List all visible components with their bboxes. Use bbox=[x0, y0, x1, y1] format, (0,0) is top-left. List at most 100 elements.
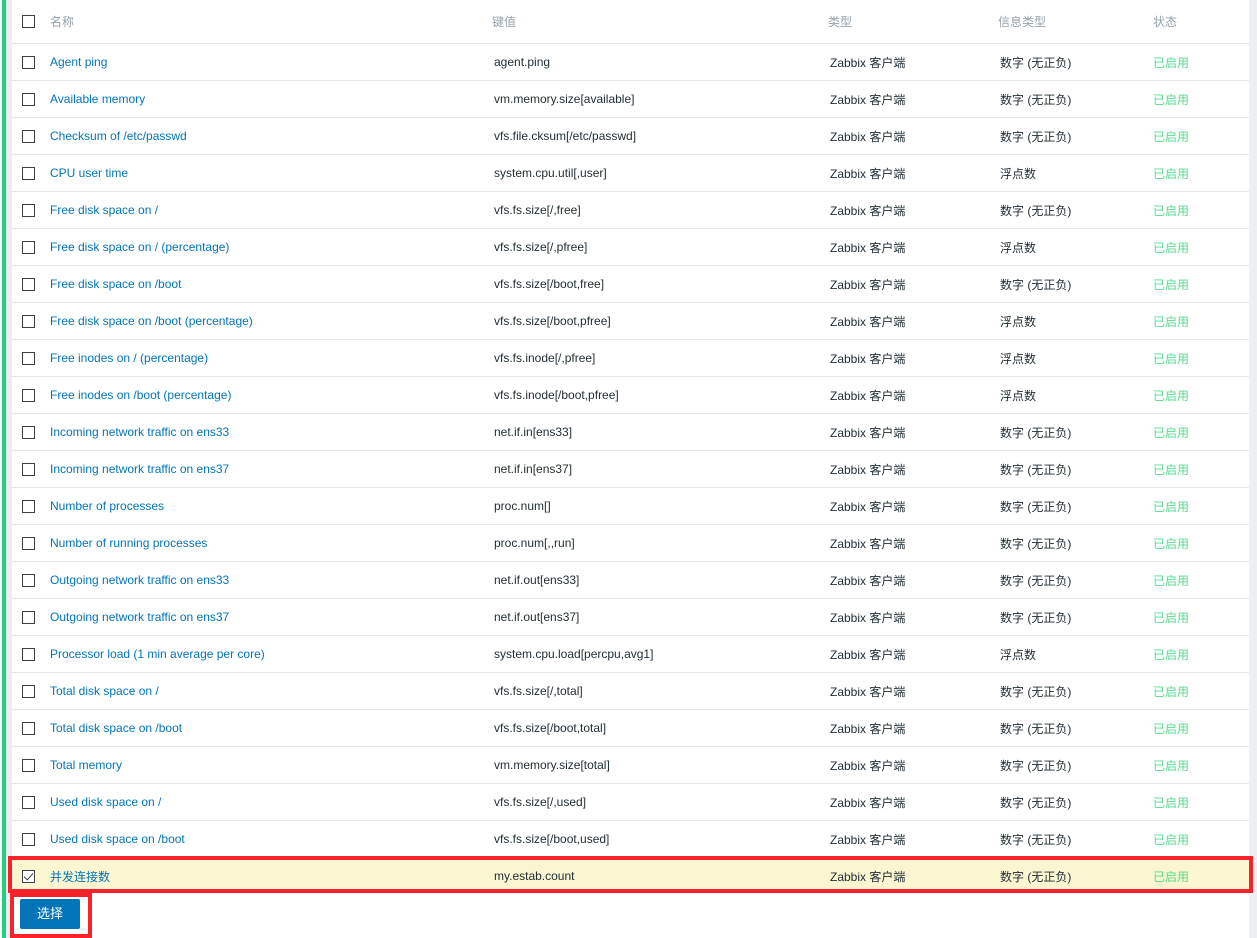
item-name-link[interactable]: Outgoing network traffic on ens33 bbox=[50, 573, 229, 587]
item-name-link[interactable]: Free inodes on /boot (percentage) bbox=[50, 388, 231, 402]
item-status-badge[interactable]: 已启用 bbox=[1153, 352, 1189, 366]
item-status-badge[interactable]: 已启用 bbox=[1153, 537, 1189, 551]
item-name-link[interactable]: Checksum of /etc/passwd bbox=[50, 129, 187, 143]
row-checkbox[interactable] bbox=[22, 573, 35, 587]
item-name-link[interactable]: Incoming network traffic on ens33 bbox=[50, 425, 229, 439]
row-checkbox[interactable] bbox=[22, 610, 35, 624]
table-row[interactable]: CPU user time system.cpu.util[,user] Zabbi… bbox=[12, 154, 1249, 192]
item-status-badge[interactable]: 已启用 bbox=[1153, 833, 1189, 847]
item-name-link[interactable]: Number of processes bbox=[50, 499, 164, 513]
item-status-badge[interactable]: 已启用 bbox=[1153, 56, 1189, 70]
row-checkbox-wrap[interactable] bbox=[12, 314, 50, 328]
item-name-link[interactable]: Free disk space on /boot bbox=[50, 277, 181, 291]
row-checkbox[interactable] bbox=[22, 536, 35, 550]
table-row[interactable]: Free inodes on /boot (percentage) vfs.fs.… bbox=[12, 376, 1249, 414]
table-row[interactable]: Processor load (1 min average per core) s… bbox=[12, 635, 1249, 673]
table-row[interactable]: Free disk space on /boot (percentage) vfs… bbox=[12, 302, 1249, 340]
item-name-link[interactable]: Number of running processes bbox=[50, 536, 207, 550]
item-name-link[interactable]: Available memory bbox=[50, 92, 145, 106]
item-name-link[interactable]: Free disk space on / bbox=[50, 203, 158, 217]
select-all-checkbox-wrap[interactable] bbox=[12, 15, 50, 28]
item-status-badge[interactable]: 已启用 bbox=[1153, 722, 1189, 736]
item-name-link[interactable]: Used disk space on / bbox=[50, 795, 161, 809]
table-row[interactable]: Checksum of /etc/passwd vfs.file.cksum[/e… bbox=[12, 117, 1249, 155]
item-status-badge[interactable]: 已启用 bbox=[1153, 130, 1189, 144]
row-checkbox[interactable] bbox=[22, 832, 35, 846]
item-name-link[interactable]: Total disk space on /boot bbox=[50, 721, 182, 735]
row-checkbox[interactable] bbox=[22, 351, 35, 365]
item-status-badge[interactable]: 已启用 bbox=[1153, 685, 1189, 699]
row-checkbox-wrap[interactable] bbox=[12, 203, 50, 217]
item-status-badge[interactable]: 已启用 bbox=[1153, 278, 1189, 292]
row-checkbox-wrap[interactable] bbox=[12, 573, 50, 587]
table-row[interactable]: Number of processes proc.num[] Zabbix 客户端 数… bbox=[12, 487, 1249, 525]
item-name-link[interactable]: Processor load (1 min average per core) bbox=[50, 647, 265, 661]
row-checkbox[interactable] bbox=[22, 314, 35, 328]
row-checkbox[interactable] bbox=[22, 55, 35, 69]
row-checkbox-wrap[interactable] bbox=[12, 55, 50, 69]
item-status-badge[interactable]: 已启用 bbox=[1153, 574, 1189, 588]
table-row[interactable]: Free disk space on / (percentage) vfs.fs.… bbox=[12, 228, 1249, 266]
item-status-badge[interactable]: 已启用 bbox=[1153, 389, 1189, 403]
select-all-checkbox[interactable] bbox=[22, 15, 35, 28]
row-checkbox-wrap[interactable] bbox=[12, 388, 50, 402]
item-status-badge[interactable]: 已启用 bbox=[1153, 241, 1189, 255]
row-checkbox[interactable] bbox=[22, 869, 35, 883]
table-row[interactable]: Number of running processes proc.num[,,ru… bbox=[12, 524, 1249, 562]
select-button[interactable]: 选择 bbox=[20, 899, 80, 929]
table-row[interactable]: Incoming network traffic on ens33 net.if.… bbox=[12, 413, 1249, 451]
row-checkbox[interactable] bbox=[22, 462, 35, 476]
item-name-link[interactable]: Incoming network traffic on ens37 bbox=[50, 462, 229, 476]
column-header-value-type[interactable]: 信息类型 bbox=[998, 0, 1153, 44]
row-checkbox[interactable] bbox=[22, 388, 35, 402]
item-name-link[interactable]: 并发连接数 bbox=[50, 868, 110, 885]
row-checkbox-wrap[interactable] bbox=[12, 351, 50, 365]
item-status-badge[interactable]: 已启用 bbox=[1153, 648, 1189, 662]
row-checkbox-wrap[interactable] bbox=[12, 277, 50, 291]
table-row[interactable]: Available memory vm.memory.size[available… bbox=[12, 80, 1249, 118]
item-status-badge[interactable]: 已启用 bbox=[1153, 315, 1189, 329]
column-header-name[interactable]: 名称 bbox=[12, 0, 492, 44]
item-name-link[interactable]: Free disk space on /boot (percentage) bbox=[50, 314, 253, 328]
row-checkbox[interactable] bbox=[22, 647, 35, 661]
row-checkbox-wrap[interactable] bbox=[12, 536, 50, 550]
row-checkbox-wrap[interactable] bbox=[12, 240, 50, 254]
row-checkbox-wrap[interactable] bbox=[12, 758, 50, 772]
row-checkbox-wrap[interactable] bbox=[12, 499, 50, 513]
table-row[interactable]: Free disk space on /boot vfs.fs.size[/boo… bbox=[12, 265, 1249, 303]
row-checkbox[interactable] bbox=[22, 277, 35, 291]
row-checkbox-wrap[interactable] bbox=[12, 425, 50, 439]
row-checkbox-wrap[interactable] bbox=[12, 129, 50, 143]
item-status-badge[interactable]: 已启用 bbox=[1153, 870, 1189, 884]
table-row[interactable]: Agent ping agent.ping Zabbix 客户端 数字 (无正负) 已启… bbox=[12, 43, 1249, 81]
row-checkbox[interactable] bbox=[22, 92, 35, 106]
row-checkbox-wrap[interactable] bbox=[12, 869, 50, 883]
row-checkbox-wrap[interactable] bbox=[12, 462, 50, 476]
item-name-link[interactable]: Agent ping bbox=[50, 55, 107, 69]
column-header-type[interactable]: 类型 bbox=[828, 0, 998, 44]
row-checkbox[interactable] bbox=[22, 240, 35, 254]
column-header-status[interactable]: 状态 bbox=[1153, 0, 1249, 44]
item-name-link[interactable]: CPU user time bbox=[50, 166, 128, 180]
row-checkbox-wrap[interactable] bbox=[12, 166, 50, 180]
table-row[interactable]: Total disk space on /boot vfs.fs.size[/bo… bbox=[12, 709, 1249, 747]
row-checkbox-wrap[interactable] bbox=[12, 832, 50, 846]
item-name-link[interactable]: Free inodes on / (percentage) bbox=[50, 351, 208, 365]
row-checkbox-wrap[interactable] bbox=[12, 721, 50, 735]
item-status-badge[interactable]: 已启用 bbox=[1153, 93, 1189, 107]
row-checkbox-wrap[interactable] bbox=[12, 795, 50, 809]
item-status-badge[interactable]: 已启用 bbox=[1153, 167, 1189, 181]
table-row[interactable]: Outgoing network traffic on ens37 net.if.… bbox=[12, 598, 1249, 636]
item-name-link[interactable]: Free disk space on / (percentage) bbox=[50, 240, 229, 254]
table-row[interactable]: Used disk space on /boot vfs.fs.size[/boo… bbox=[12, 820, 1249, 858]
row-checkbox[interactable] bbox=[22, 721, 35, 735]
table-row[interactable]: Total disk space on / vfs.fs.size[/,total… bbox=[12, 672, 1249, 710]
row-checkbox[interactable] bbox=[22, 166, 35, 180]
item-status-badge[interactable]: 已启用 bbox=[1153, 463, 1189, 477]
item-status-badge[interactable]: 已启用 bbox=[1153, 426, 1189, 440]
item-status-badge[interactable]: 已启用 bbox=[1153, 796, 1189, 810]
row-checkbox[interactable] bbox=[22, 425, 35, 439]
item-name-link[interactable]: Outgoing network traffic on ens37 bbox=[50, 610, 229, 624]
row-checkbox-wrap[interactable] bbox=[12, 647, 50, 661]
item-name-link[interactable]: Total disk space on / bbox=[50, 684, 159, 698]
